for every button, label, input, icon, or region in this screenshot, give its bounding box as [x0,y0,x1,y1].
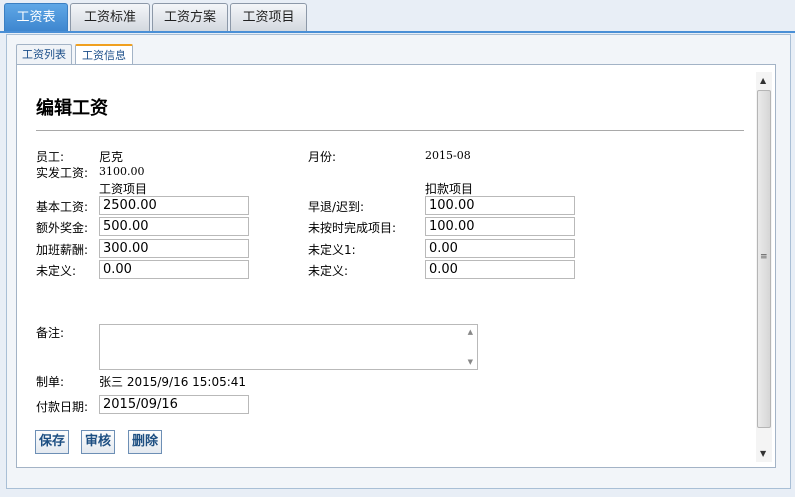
late-early-input[interactable]: 100.00 [425,196,575,215]
undefined-deduction-input[interactable]: 0.00 [425,260,575,279]
bonus-input[interactable]: 500.00 [99,217,249,236]
creator-label: 制单: [36,375,65,389]
basic-salary-input[interactable]: 2500.00 [99,196,249,215]
subtab-salary-list[interactable]: 工资列表 [16,44,72,64]
tab-salary-sheet[interactable]: 工资表 [4,3,68,31]
employee-label: 员工: [36,150,65,164]
payment-date-input[interactable]: 2015/09/16 [99,395,249,414]
review-button[interactable]: 审核 [81,430,116,454]
tab-salary-standard[interactable]: 工资标准 [70,3,150,31]
down-arrow-icon[interactable]: ▼ [760,449,766,458]
remark-label: 备注: [36,326,65,340]
page-title: 编辑工资 [36,98,108,119]
undefined-salary-input[interactable]: 0.00 [99,260,249,279]
subtab-salary-info[interactable]: 工资信息 [75,44,133,65]
grip-icon: ≡ [760,252,768,262]
undefined1-input[interactable]: 0.00 [425,239,575,258]
tab-underline [0,31,795,33]
overtime-input[interactable]: 300.00 [99,239,249,258]
actual-pay-label: 实发工资: [36,166,89,180]
creator-value: 张三 2015/9/16 15:05:41 [99,375,247,389]
tab-salary-plan[interactable]: 工资方案 [152,3,228,31]
save-button[interactable]: 保存 [35,430,70,454]
up-arrow-icon[interactable]: ▲ [760,76,766,85]
remark-textarea[interactable]: ▲ ▼ [99,324,478,370]
deduction-items-heading: 扣款项目 [425,182,474,196]
actual-pay-value: 3100.00 [99,165,145,178]
undefined1-label: 未定义1: [308,243,356,257]
month-value: 2015-08 [425,149,471,162]
tab-salary-items[interactable]: 工资项目 [230,3,307,31]
delete-button[interactable]: 删除 [128,430,163,454]
down-arrow-icon[interactable]: ▼ [468,358,473,366]
late-project-input[interactable]: 100.00 [425,217,575,236]
content-scrollbar[interactable]: ▲ ≡ ▼ [756,72,772,462]
payment-date-label: 付款日期: [36,400,89,414]
late-early-label: 早退/迟到: [308,200,365,214]
undefined-deduction-label: 未定义: [308,264,349,278]
undefined-salary-label: 未定义: [36,264,77,278]
up-arrow-icon[interactable]: ▲ [468,328,473,336]
title-divider [36,130,744,131]
employee-value: 尼克 [99,150,124,164]
top-tab-bar: 工资表 工资标准 工资方案 工资项目 [0,0,795,32]
overtime-label: 加班薪酬: [36,243,89,257]
month-label: 月份: [308,150,337,164]
remark-scrollbar[interactable]: ▲ ▼ [461,325,477,369]
late-project-label: 未按时完成项目: [308,221,397,235]
bonus-label: 额外奖金: [36,221,89,235]
salary-items-heading: 工资项目 [99,182,148,196]
basic-salary-label: 基本工资: [36,200,89,214]
